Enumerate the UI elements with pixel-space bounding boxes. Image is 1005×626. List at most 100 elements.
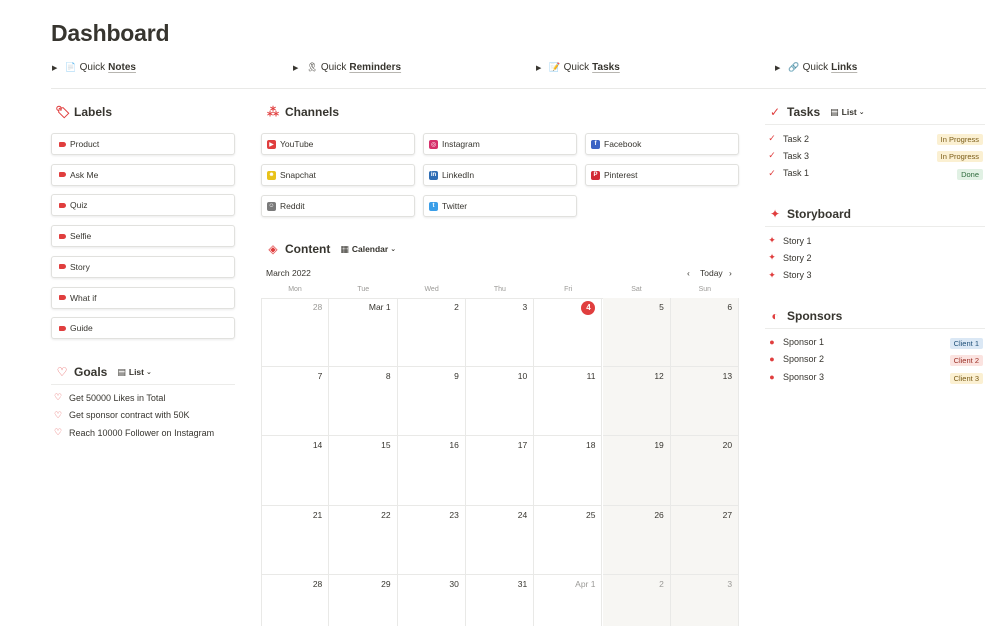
calendar-day-cell[interactable]: 15 (329, 436, 398, 506)
quick-toggle-notes[interactable]: ▶ 📄 Quick Notes (52, 62, 136, 73)
quick-item-link[interactable]: Links (831, 62, 857, 73)
calendar-day-cell[interactable]: 30 (398, 574, 466, 626)
calendar-day-cell[interactable]: 9 (397, 367, 466, 437)
calendar-day-cell[interactable]: 25 (534, 505, 603, 575)
quick-toggle-links[interactable]: ▶ 🔗 Quick Links (775, 62, 857, 73)
calendar-day-cell[interactable]: 24 (465, 505, 535, 575)
channel-card-twitter[interactable]: t Twitter (423, 195, 577, 217)
content-view-switcher[interactable]: ▦ Calendar ⌄ (340, 244, 396, 255)
quick-item-link[interactable]: Notes (108, 62, 136, 73)
sponsor-item[interactable]: ● Sponsor 2 (767, 354, 824, 364)
sponsor-item[interactable]: ● Sponsor 3 (767, 372, 824, 382)
toggle-triangle-icon[interactable]: ▶ (775, 64, 780, 72)
calendar-day-number: 9 (454, 371, 459, 382)
calendar-day-cell[interactable]: 4 (534, 298, 603, 368)
calendar-day-cell[interactable]: 26 (602, 505, 671, 575)
heart-icon: ♡ (56, 365, 68, 379)
goals-view-switcher[interactable]: ▤ List ⌄ (117, 367, 152, 378)
calendar-day-number: 25 (586, 509, 596, 520)
story-item[interactable]: ✦ Story 3 (767, 270, 811, 281)
channel-card-facebook[interactable]: f Facebook (585, 133, 739, 155)
toggle-triangle-icon[interactable]: ▶ (536, 64, 541, 72)
goal-item[interactable]: ♡ Get 50000 Likes in Total (53, 392, 165, 403)
label-card[interactable]: What if (51, 286, 235, 309)
previous-month-button[interactable]: ‹ (687, 268, 690, 278)
quick-item-link[interactable]: Reminders (349, 62, 401, 73)
calendar-day-cell[interactable]: 23 (397, 505, 466, 575)
calendar-day-cell[interactable]: 28 (261, 574, 330, 626)
calendar-day-cell[interactable]: 31 (466, 574, 535, 626)
channel-card-linkedin[interactable]: in LinkedIn (423, 164, 577, 186)
label-card[interactable]: Selfie (51, 225, 235, 248)
next-month-button[interactable]: › (729, 268, 732, 278)
calendar-day-number: 3 (727, 578, 733, 589)
calendar-day-cell[interactable]: 22 (329, 505, 398, 575)
goals-divider (51, 384, 235, 385)
channel-card-youtube[interactable]: ▶ YouTube (261, 133, 415, 155)
calendar-day-cell[interactable]: 3 (465, 298, 535, 368)
sponsor-item[interactable]: ● Sponsor 1 (767, 337, 824, 347)
calendar-day-cell[interactable]: Apr 1 (534, 574, 603, 626)
label-card[interactable]: Story (51, 255, 235, 278)
toggle-triangle-icon[interactable]: ▶ (293, 64, 298, 72)
story-item[interactable]: ✦ Story 2 (767, 252, 811, 263)
calendar-day-cell[interactable]: 5 (602, 298, 671, 368)
quick-item-link[interactable]: Tasks (592, 62, 620, 73)
task-item[interactable]: ✓ Task 1 (767, 168, 809, 179)
toggle-triangle-icon[interactable]: ▶ (52, 64, 57, 72)
calendar-day-cell[interactable]: 7 (261, 367, 330, 437)
story-item[interactable]: ✦ Story 1 (767, 235, 812, 246)
label-card[interactable]: Guide (51, 317, 235, 340)
calendar-day-number: 22 (381, 509, 391, 520)
quick-toggle-tasks[interactable]: ▶ 📝 Quick Tasks (536, 62, 620, 73)
calendar-day-cell[interactable]: 12 (602, 367, 671, 437)
channel-card-title: Pinterest (604, 170, 638, 180)
tasks-title: Tasks (787, 105, 821, 119)
calendar-day-cell[interactable]: 18 (534, 436, 603, 506)
calendar-day-cell[interactable]: 8 (329, 367, 398, 437)
calendar-day-cell[interactable]: 28 (261, 298, 330, 368)
calendar-day-cell[interactable]: 27 (670, 505, 740, 575)
channel-card-instagram[interactable]: ◎ Instagram (423, 133, 577, 155)
chevron-down-icon: ⌄ (146, 369, 152, 376)
story-item-name: Story 1 (783, 235, 812, 246)
calendar-day-number: 28 (312, 302, 323, 312)
task-item[interactable]: ✓ Task 3 (767, 150, 809, 161)
channel-card-title: Instagram (442, 139, 480, 149)
calendar-day-cell[interactable]: 17 (465, 436, 535, 506)
calendar-day-cell[interactable]: 3 (670, 574, 740, 626)
sparkle-icon: ✦ (769, 207, 781, 221)
label-card[interactable]: Quiz (51, 194, 235, 217)
calendar-day-cell[interactable]: 2 (397, 298, 466, 368)
task-item[interactable]: ✓ Task 2 (767, 133, 809, 144)
calendar-day-number: 30 (449, 578, 459, 589)
label-card-title: Story (70, 261, 90, 272)
calendar-day-cell[interactable]: 11 (534, 367, 603, 437)
goal-item[interactable]: ♡ Get sponsor contract with 50K (53, 410, 190, 421)
channel-card-snapchat[interactable]: ☻ Snapchat (261, 164, 415, 186)
tasks-view-switcher[interactable]: ▤ List ⌄ (830, 107, 865, 118)
calendar-day-cell[interactable]: 29 (329, 574, 398, 626)
calendar-day-cell[interactable]: 19 (602, 436, 671, 506)
calendar-day-cell[interactable]: Mar 1 (329, 298, 398, 368)
calendar-day-cell[interactable]: 6 (670, 298, 740, 368)
today-button[interactable]: Today (700, 268, 723, 278)
channel-card-reddit[interactable]: ☺ Reddit (261, 195, 415, 217)
calendar-day-cell[interactable]: 16 (397, 436, 466, 506)
calendar-day-number: 16 (449, 440, 459, 451)
calendar-day-cell[interactable]: 20 (670, 436, 740, 506)
goal-item[interactable]: ♡ Reach 10000 Follower on Instagram (53, 427, 214, 438)
calendar-day-cell[interactable]: 13 (670, 367, 740, 437)
weekday-label: Sun (698, 286, 712, 293)
sponsor-toggle-icon: ◐ (771, 309, 779, 323)
calendar-day-cell[interactable]: 2 (602, 574, 671, 626)
quick-toggle-reminders[interactable]: ▶ 🎗 Quick Reminders (293, 62, 401, 73)
calendar-day-cell[interactable]: 21 (261, 505, 330, 575)
calendar-day-cell[interactable]: 14 (261, 436, 330, 506)
task-item-name: Task 3 (783, 150, 810, 161)
label-card[interactable]: Ask Me (51, 163, 235, 186)
label-card[interactable]: Product (51, 133, 235, 155)
channel-card-pinterest[interactable]: P Pinterest (585, 164, 739, 186)
calendar-day-cell[interactable]: 10 (465, 367, 535, 437)
calendar-day-number: 14 (312, 440, 323, 451)
